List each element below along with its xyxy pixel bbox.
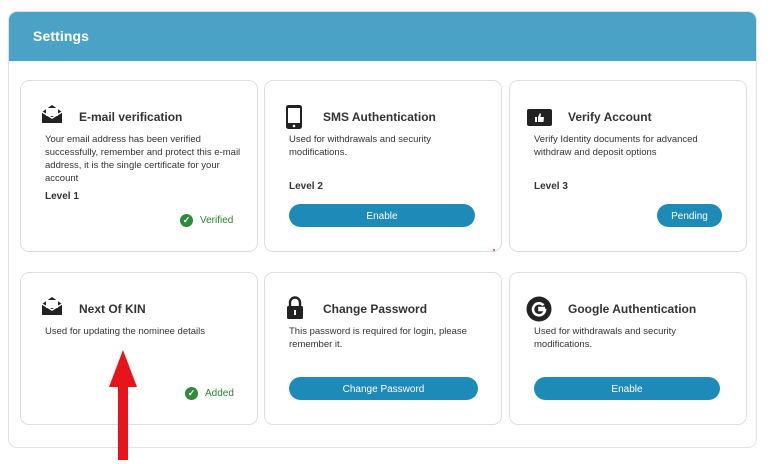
- card-description: This password is required for login, ple…: [289, 326, 467, 350]
- smartphone-icon: [285, 104, 307, 129]
- email-verification-card: E-mail verification Your email address h…: [20, 80, 258, 252]
- check-circle-icon: ✓: [180, 214, 193, 227]
- envelope-icon: [41, 103, 63, 127]
- card-title: E-mail verification: [79, 110, 183, 124]
- card-level: Level 2: [289, 181, 323, 192]
- card-level: Level 1: [45, 191, 79, 202]
- verify-account-card: Verify Account Verify Identity documents…: [509, 80, 747, 252]
- lock-icon: [286, 296, 308, 320]
- envelope-icon: [41, 295, 63, 319]
- check-circle-icon: ✓: [185, 387, 198, 400]
- card-title: SMS Authentication: [323, 110, 436, 124]
- card-title: Change Password: [323, 302, 428, 316]
- sms-enable-button[interactable]: Enable: [289, 204, 475, 227]
- red-arrow-annotation: [109, 350, 137, 460]
- change-password-button[interactable]: Change Password: [289, 377, 478, 400]
- thumbs-up-icon: [527, 109, 552, 127]
- google-authentication-card: Google Authentication Used for withdrawa…: [509, 272, 747, 425]
- card-description: Used for withdrawals and security modifi…: [289, 134, 432, 158]
- card-level: Level 3: [534, 181, 568, 192]
- next-of-kin-card: Next Of KIN Used for updating the nomine…: [20, 272, 258, 425]
- settings-header: Settings: [9, 12, 756, 61]
- card-description: Used for withdrawals and security modifi…: [534, 326, 677, 350]
- status-label: Added: [205, 388, 234, 399]
- card-description: Verify Identity documents for advanced w…: [534, 134, 698, 158]
- card-title: Next Of KIN: [79, 302, 146, 316]
- google-enable-button[interactable]: Enable: [534, 377, 720, 400]
- settings-title: Settings: [33, 28, 90, 44]
- red-dot-mark: [493, 249, 495, 251]
- status-label: Verified: [200, 215, 234, 226]
- card-description: Used for updating the nominee details: [45, 326, 206, 337]
- pending-button[interactable]: Pending: [657, 204, 722, 227]
- change-password-card: Change Password This password is require…: [264, 272, 502, 425]
- card-title: Verify Account: [568, 110, 652, 124]
- google-icon: [526, 296, 552, 322]
- status-badge: ✓ Verified: [180, 214, 233, 227]
- card-title: Google Authentication: [568, 302, 697, 316]
- sms-authentication-card: SMS Authentication Used for withdrawals …: [264, 80, 502, 252]
- status-badge: ✓ Added: [185, 387, 234, 400]
- card-description: Your email address has been verified suc…: [45, 134, 241, 184]
